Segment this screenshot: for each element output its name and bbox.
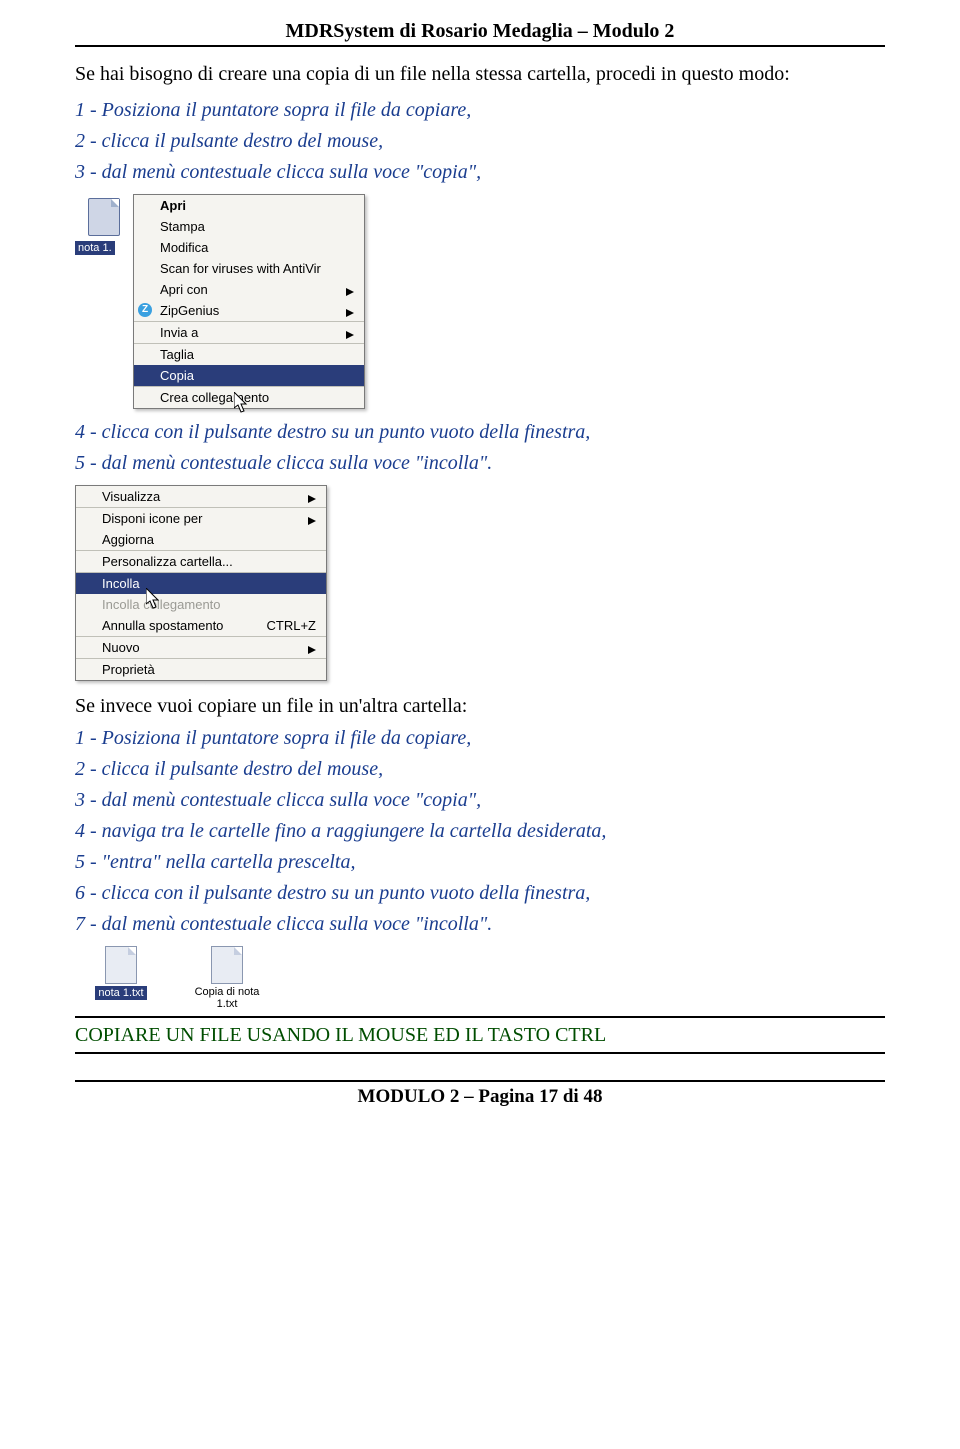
menu-item-disponi[interactable]: Disponi icone per — [76, 507, 326, 529]
zipgenius-icon: Z — [138, 303, 152, 317]
menu-item-incolla[interactable]: Incolla — [76, 572, 326, 594]
step-b1: 1 - Posiziona il puntatore sopra il file… — [75, 723, 885, 754]
file-icon — [88, 198, 120, 236]
context-menu-2: Visualizza Disponi icone per Aggiorna Pe… — [75, 485, 327, 681]
submenu-arrow-icon — [346, 327, 354, 342]
step-b3: 3 - dal menù contestuale clicca sulla vo… — [75, 785, 885, 816]
menu-item-modifica[interactable]: Modifica — [134, 237, 364, 258]
step-b7: 7 - dal menù contestuale clicca sulla vo… — [75, 909, 885, 940]
cursor-icon — [234, 392, 252, 414]
submenu-arrow-icon — [308, 642, 316, 657]
menu-item-apricon[interactable]: Apri con — [134, 279, 364, 300]
menu-item-nuovo[interactable]: Nuovo — [76, 636, 326, 658]
menu-item-inviaa[interactable]: Invia a — [134, 321, 364, 343]
cursor-icon — [146, 588, 164, 610]
menu-item-scan[interactable]: Scan for viruses with AntiVir — [134, 258, 364, 279]
step-a1: 1 - Posiziona il puntatore sopra il file… — [75, 95, 885, 126]
submenu-arrow-icon — [346, 305, 354, 320]
step-a2: 2 - clicca il pulsante destro del mouse, — [75, 126, 885, 157]
screenshot-contextmenu-copy: nota 1. Apri Stampa Modifica Scan for vi… — [75, 194, 885, 409]
menu-item-zipgenius[interactable]: ZZipGenius — [134, 300, 364, 321]
step-b4: 4 - naviga tra le cartelle fino a raggiu… — [75, 816, 885, 847]
menu-item-proprieta[interactable]: Proprietà — [76, 658, 326, 680]
file-name-line2: 1.txt — [185, 998, 269, 1010]
shortcut-text: CTRL+Z — [267, 618, 316, 633]
selected-file-label: nota 1. — [75, 241, 115, 255]
file-item-original: nota 1.txt — [79, 946, 163, 1010]
menu-item-aggiorna[interactable]: Aggiorna — [76, 529, 326, 550]
menu-item-apri[interactable]: Apri — [134, 195, 364, 216]
context-menu-1: Apri Stampa Modifica Scan for viruses wi… — [133, 194, 365, 409]
step-b6: 6 - clicca con il pulsante destro su un … — [75, 878, 885, 909]
step-a3: 3 - dal menù contestuale clicca sulla vo… — [75, 157, 885, 188]
files-screenshot: nota 1.txt Copia di nota 1.txt — [75, 946, 885, 1010]
step-b5: 5 - "entra" nella cartella prescelta, — [75, 847, 885, 878]
file-name-line1: Copia di nota — [185, 986, 269, 998]
menu-item-stampa[interactable]: Stampa — [134, 216, 364, 237]
intro2-text: Se invece vuoi copiare un file in un'alt… — [75, 691, 885, 721]
menu-item-personalizza[interactable]: Personalizza cartella... — [76, 550, 326, 572]
submenu-arrow-icon — [346, 284, 354, 299]
file-item-copy: Copia di nota 1.txt — [185, 946, 269, 1010]
menu-item-taglia[interactable]: Taglia — [134, 343, 364, 365]
submenu-arrow-icon — [308, 491, 316, 506]
section-title: COPIARE UN FILE USANDO IL MOUSE ED IL TA… — [75, 1016, 885, 1054]
step-a4: 4 - clicca con il pulsante destro su un … — [75, 417, 885, 448]
menu-item-annulla-spostamento[interactable]: Annulla spostamentoCTRL+Z — [76, 615, 326, 636]
page-footer: MODULO 2 – Pagina 17 di 48 — [75, 1080, 885, 1108]
file-name: nota 1.txt — [95, 986, 146, 1000]
intro-text: Se hai bisogno di creare una copia di un… — [75, 59, 885, 89]
menu-item-incolla-collegamento[interactable]: Incolla collegamento — [76, 594, 326, 615]
menu-item-copia[interactable]: Copia — [134, 365, 364, 386]
step-a5: 5 - dal menù contestuale clicca sulla vo… — [75, 448, 885, 479]
file-icon — [211, 946, 243, 984]
menu-item-visualizza[interactable]: Visualizza — [76, 486, 326, 507]
step-b2: 2 - clicca il pulsante destro del mouse, — [75, 754, 885, 785]
submenu-arrow-icon — [308, 513, 316, 528]
file-icon — [105, 946, 137, 984]
page-header: MDRSystem di Rosario Medaglia – Modulo 2 — [75, 20, 885, 47]
